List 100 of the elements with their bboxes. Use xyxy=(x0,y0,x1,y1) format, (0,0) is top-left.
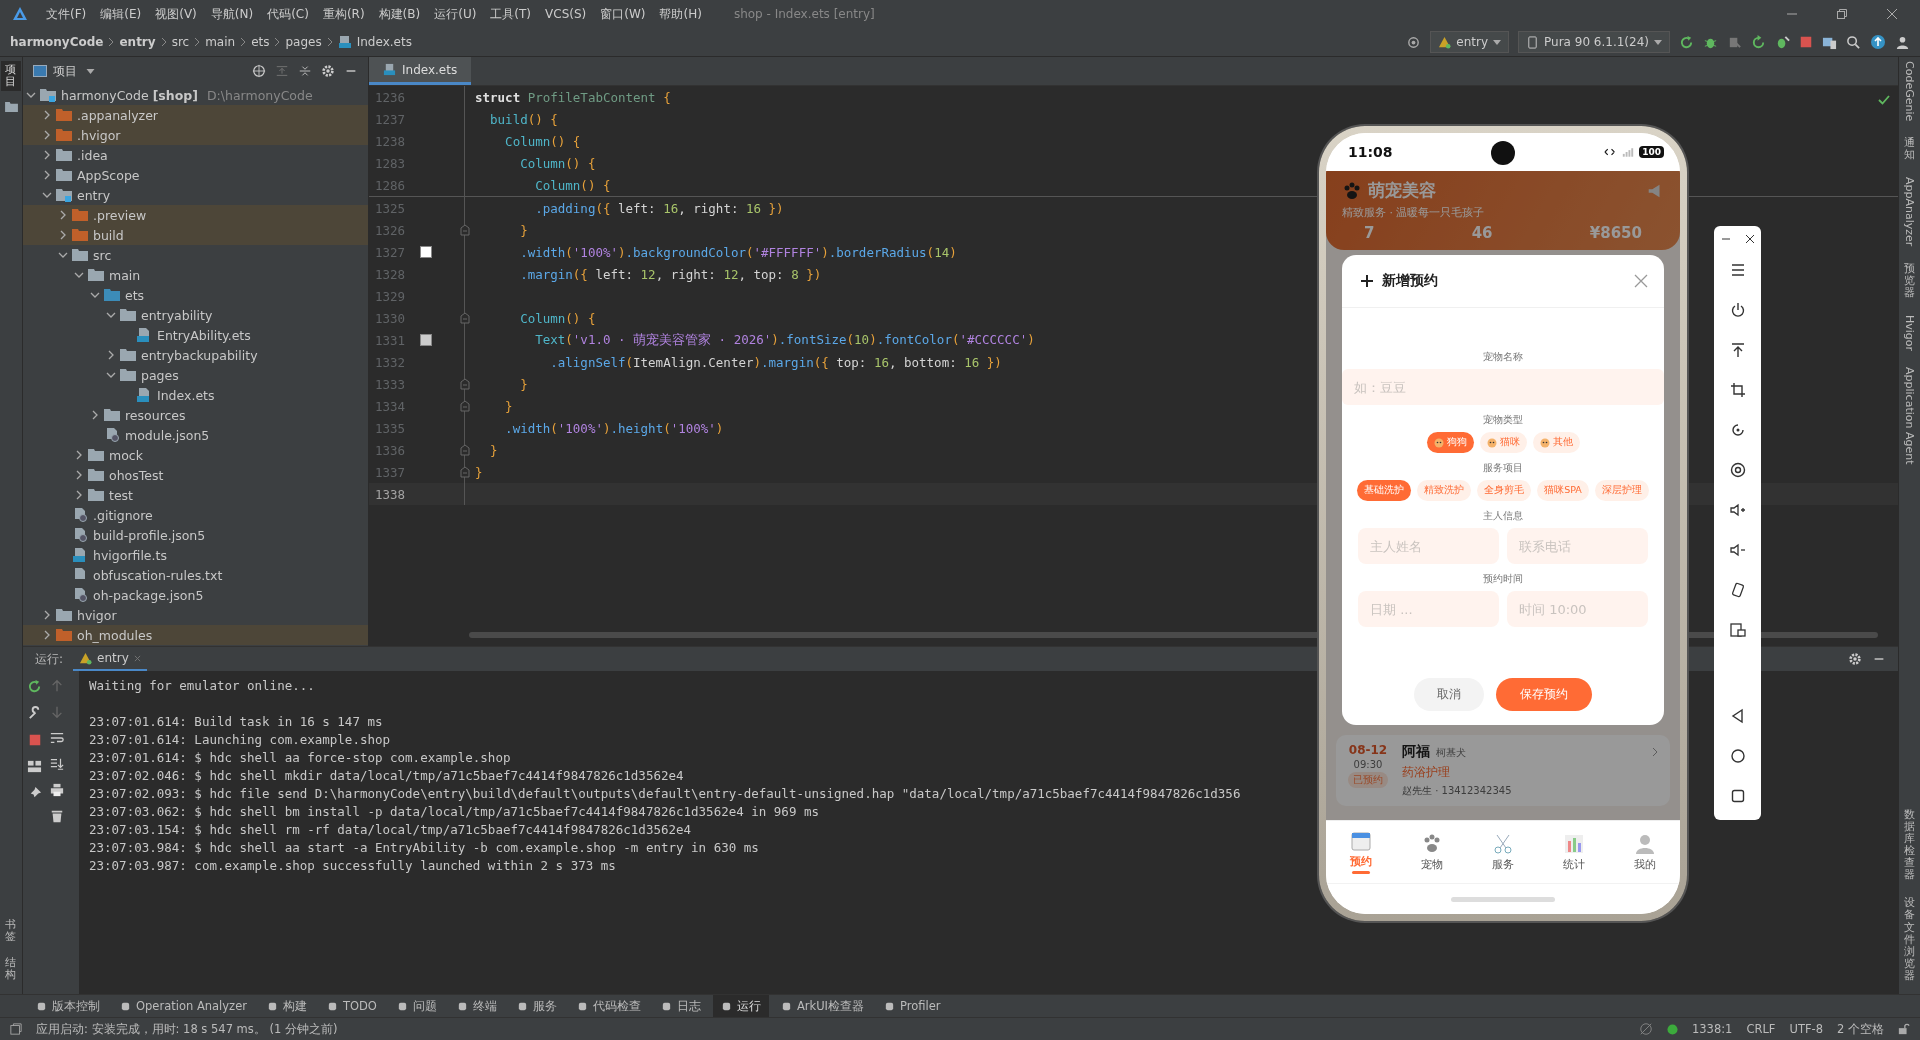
color-swatch-icon[interactable] xyxy=(421,247,431,257)
chevron-icon[interactable] xyxy=(26,91,36,99)
target-icon[interactable] xyxy=(252,64,266,78)
tree-row[interactable]: entryability xyxy=(23,305,368,325)
tool-window-tab[interactable]: 项目 xyxy=(1,61,21,92)
tree-row[interactable]: .gitignore xyxy=(23,505,368,525)
home-icon[interactable] xyxy=(1729,748,1746,764)
tool-window-tab[interactable]: 书签 xyxy=(1,915,21,946)
tree-row[interactable]: oh_modules xyxy=(23,625,368,645)
chevron-icon[interactable] xyxy=(43,610,51,620)
run-tab[interactable]: entry xyxy=(73,647,147,671)
indent-setting[interactable]: 2 个空格 xyxy=(1837,1021,1884,1037)
chevron-icon[interactable] xyxy=(43,150,51,160)
stop-icon[interactable] xyxy=(27,733,42,747)
tool-tab[interactable]: ArkUI检查器 xyxy=(772,995,872,1017)
tree-row[interactable]: build xyxy=(23,225,368,245)
tree-row[interactable]: hvigorfile.ts xyxy=(23,545,368,565)
user-icon[interactable] xyxy=(1895,34,1910,50)
upload-icon[interactable] xyxy=(1729,342,1746,358)
reload-icon[interactable] xyxy=(1751,34,1766,50)
chevron-icon[interactable] xyxy=(42,191,52,199)
tree-row[interactable]: entrybackupability xyxy=(23,345,368,365)
menu-item[interactable]: 窗口(W) xyxy=(594,3,652,25)
tree-row[interactable]: obfuscation-rules.txt xyxy=(23,565,368,585)
close-icon[interactable] xyxy=(1744,234,1755,244)
color-swatch-icon[interactable] xyxy=(421,335,431,345)
tree-row[interactable]: ohosTest xyxy=(23,465,368,485)
breadcrumb-item[interactable]: Index.ets xyxy=(356,35,412,49)
lock-icon[interactable] xyxy=(1898,1023,1910,1035)
breadcrumb-item[interactable]: src xyxy=(171,35,190,49)
wrench-icon[interactable] xyxy=(27,706,42,721)
settings-icon[interactable] xyxy=(321,64,335,78)
screenshot-icon[interactable] xyxy=(1729,622,1746,638)
tree-row[interactable]: src xyxy=(23,245,368,265)
tool-tab[interactable]: 服务 xyxy=(508,995,565,1017)
scroll-end-icon[interactable] xyxy=(50,757,64,771)
search-icon[interactable] xyxy=(1846,34,1861,50)
chevron-icon[interactable] xyxy=(43,110,51,120)
tool-tab[interactable]: 构建 xyxy=(258,995,315,1017)
chevron-icon[interactable] xyxy=(43,170,51,180)
location-icon[interactable] xyxy=(1729,462,1746,478)
power-icon[interactable] xyxy=(1729,302,1746,318)
chevron-icon[interactable] xyxy=(75,490,83,500)
tool-window-tab[interactable]: 通知 xyxy=(1904,137,1915,162)
chevron-icon[interactable] xyxy=(74,271,84,279)
cancel-button[interactable]: 取消 xyxy=(1414,678,1484,711)
file-encoding[interactable]: UTF-8 xyxy=(1789,1022,1823,1036)
tool-tab[interactable]: TODO xyxy=(318,995,385,1017)
appointment-card[interactable]: 08-12 09:30 已预约 阿福 柯基犬 药浴护理 赵先生 · 13412342345 xyxy=(1336,735,1670,806)
tool-window-tab[interactable]: Hvigor xyxy=(1903,315,1916,352)
chevron-icon[interactable] xyxy=(75,470,83,480)
tool-window-tab[interactable]: 结构 xyxy=(1,953,21,984)
shake-icon[interactable] xyxy=(1729,582,1746,598)
bottom-tab[interactable]: 统计 xyxy=(1538,821,1610,883)
tree-row[interactable]: oh-package.json5 xyxy=(23,585,368,605)
tool-tab[interactable]: 版本控制 xyxy=(28,995,108,1017)
tool-tab[interactable]: 运行 xyxy=(712,995,769,1017)
layout-icon[interactable] xyxy=(27,759,42,774)
stop-icon[interactable] xyxy=(1799,35,1813,49)
recent-apps-icon[interactable] xyxy=(1729,788,1746,804)
back-icon[interactable] xyxy=(1729,708,1746,724)
panel-title[interactable]: 项目 xyxy=(53,62,77,80)
tool-window-tab[interactable]: Application Agent xyxy=(1903,367,1916,465)
bottom-tab[interactable]: 宠物 xyxy=(1396,821,1468,883)
menu-item[interactable]: 文件(F) xyxy=(40,3,93,25)
menu-item[interactable]: 工具(T) xyxy=(484,3,538,25)
tree-row[interactable]: harmonyCode [shop] D:\harmonyCode xyxy=(23,85,368,105)
chevron-icon[interactable] xyxy=(75,450,83,460)
tree-row[interactable]: AppScope xyxy=(23,165,368,185)
tree-row[interactable]: build-profile.json5 xyxy=(23,525,368,545)
tool-tab[interactable]: Operation Analyzer xyxy=(112,995,255,1017)
menu-item[interactable]: VCS(S) xyxy=(539,5,593,23)
rotate-icon[interactable] xyxy=(1729,422,1746,438)
editor-tab[interactable]: Index.ets xyxy=(369,57,472,85)
eye-off-icon[interactable] xyxy=(1638,1022,1653,1036)
menu-item[interactable]: 重构(R) xyxy=(316,3,371,25)
chevron-icon[interactable] xyxy=(59,210,67,220)
rerun-icon[interactable] xyxy=(27,679,42,694)
tool-tab[interactable]: 日志 xyxy=(652,995,709,1017)
tree-row[interactable]: .idea xyxy=(23,145,368,165)
bottom-tab[interactable]: 我的 xyxy=(1609,821,1680,883)
menu-item[interactable]: 编辑(E) xyxy=(94,3,148,25)
caret-icon[interactable] xyxy=(86,68,95,74)
settings-icon[interactable] xyxy=(1848,652,1862,666)
crop-icon[interactable] xyxy=(1729,382,1746,398)
tree-row[interactable]: entry xyxy=(23,185,368,205)
bug-icon[interactable] xyxy=(1775,34,1790,50)
chevron-icon[interactable] xyxy=(43,630,51,640)
print-icon[interactable] xyxy=(50,783,64,797)
bottom-tab[interactable]: 服务 xyxy=(1467,821,1539,883)
chevron-icon[interactable] xyxy=(91,410,99,420)
menu-item[interactable]: 运行(U) xyxy=(428,3,483,25)
tree-row[interactable]: module.json5 xyxy=(23,425,368,445)
tree-row[interactable]: pages xyxy=(23,365,368,385)
device-dropdown[interactable]: Pura 90 6.1.1(24) xyxy=(1518,31,1670,53)
tree-row[interactable]: resources xyxy=(23,405,368,425)
line-ending[interactable]: CRLF xyxy=(1746,1022,1776,1036)
collapse-all-icon[interactable] xyxy=(298,64,312,78)
trash-icon[interactable] xyxy=(50,809,64,823)
folder-icon[interactable] xyxy=(4,101,18,113)
